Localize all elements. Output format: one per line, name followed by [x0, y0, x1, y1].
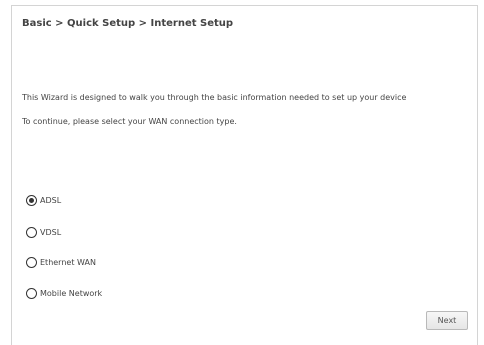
wan-option-label: Ethernet WAN: [40, 258, 96, 267]
wan-option-mobile[interactable]: Mobile Network: [26, 288, 102, 299]
radio-button-mobile[interactable]: [26, 288, 37, 299]
wan-option-label: VDSL: [40, 228, 62, 237]
wan-option-ethernet[interactable]: Ethernet WAN: [26, 257, 96, 268]
radio-button-adsl[interactable]: [26, 195, 37, 206]
breadcrumb: Basic > Quick Setup > Internet Setup: [22, 18, 234, 29]
wizard-instruction-text: To continue, please select your WAN conn…: [22, 117, 237, 126]
wizard-intro-text: This Wizard is designed to walk you thro…: [22, 93, 407, 102]
radio-button-vdsl[interactable]: [26, 227, 37, 238]
wan-option-label: Mobile Network: [40, 289, 103, 298]
wan-option-label: ADSL: [40, 196, 62, 205]
wan-option-adsl[interactable]: ADSL: [26, 195, 61, 206]
wan-option-vdsl[interactable]: VDSL: [26, 227, 61, 238]
next-button[interactable]: Next: [426, 311, 468, 330]
radio-button-ethernet[interactable]: [26, 257, 37, 268]
